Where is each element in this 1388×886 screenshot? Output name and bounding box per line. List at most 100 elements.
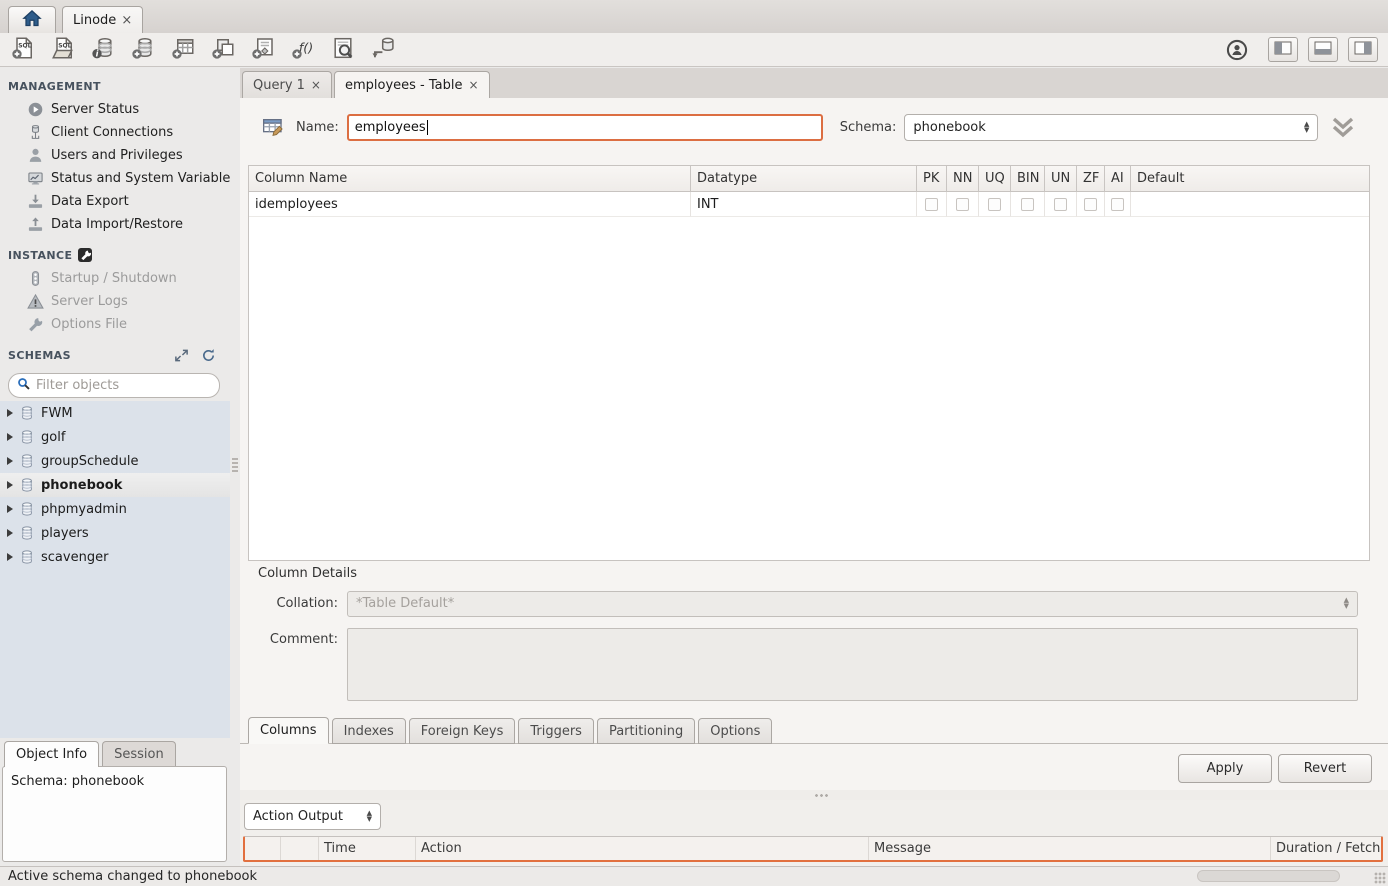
grid-row[interactable]: idemployees INT	[249, 192, 1369, 217]
expander-arrow-icon[interactable]	[7, 553, 13, 561]
connection-tab[interactable]: Linode ×	[62, 6, 143, 33]
expander-arrow-icon[interactable]	[7, 457, 13, 465]
column-flag-checkbox[interactable]	[1084, 198, 1097, 211]
column-flag-checkbox[interactable]	[1054, 198, 1067, 211]
close-icon[interactable]: ×	[469, 78, 479, 92]
editor-bottom-tab[interactable]: Columns	[248, 717, 329, 744]
grid-column-header[interactable]: Default	[1131, 166, 1369, 192]
output-column-header[interactable]: Message	[869, 837, 1271, 860]
sidebar-item[interactable]: Startup / Shutdown	[0, 267, 230, 290]
close-icon[interactable]: ×	[311, 78, 321, 92]
expand-icon[interactable]	[174, 348, 189, 363]
grid-column-header[interactable]: UQ	[979, 166, 1011, 192]
view-new-icon	[211, 36, 235, 64]
sidebar-item[interactable]: Options File	[0, 313, 230, 336]
schema-item[interactable]: phonebook	[0, 473, 230, 497]
grid-column-header[interactable]: Datatype	[691, 166, 917, 192]
output-column-header[interactable]	[281, 837, 319, 860]
splitter-grip[interactable]	[232, 458, 238, 472]
revert-button[interactable]: Revert	[1278, 754, 1372, 783]
output-type-select[interactable]: Action Output ▲▼	[244, 803, 381, 830]
schema-select[interactable]: phonebook ▲▼	[904, 114, 1318, 141]
sidebar-item[interactable]: Users and Privileges	[0, 144, 230, 167]
schema-icon	[19, 477, 35, 493]
name-label: Name:	[296, 120, 339, 135]
schema-item[interactable]: phpmyadmin	[0, 497, 230, 521]
toggle-right-panel-button[interactable]	[1348, 37, 1378, 62]
expander-arrow-icon[interactable]	[7, 481, 13, 489]
editor-tab[interactable]: employees - Table ×	[334, 71, 490, 98]
grid-column-header[interactable]: Column Name	[249, 166, 691, 192]
expander-arrow-icon[interactable]	[7, 433, 13, 441]
table-editor-icon	[262, 117, 284, 137]
schema-item[interactable]: scavenger	[0, 545, 230, 569]
sidebar-item[interactable]: Data Import/Restore	[0, 213, 230, 236]
horizontal-scrollbar-thumb[interactable]	[1197, 870, 1340, 882]
sidebar-item[interactable]: Status and System Variables	[0, 167, 230, 190]
column-flag-checkbox[interactable]	[1111, 198, 1124, 211]
editor-bottom-tab[interactable]: Options	[698, 718, 772, 744]
datatype-cell[interactable]: INT	[691, 192, 917, 217]
close-icon[interactable]: ×	[121, 13, 132, 28]
sidebar-item[interactable]: Server Logs	[0, 290, 230, 313]
expander-arrow-icon[interactable]	[7, 409, 13, 417]
grid-column-header[interactable]: UN	[1045, 166, 1077, 192]
table-name-input[interactable]: employees	[347, 114, 823, 141]
column-flag-checkbox[interactable]	[956, 198, 969, 211]
apply-button[interactable]: Apply	[1178, 754, 1272, 783]
refresh-icon[interactable]	[201, 348, 216, 363]
schema-item[interactable]: golf	[0, 425, 230, 449]
sidebar-splitter[interactable]	[230, 68, 240, 866]
resize-grip-icon[interactable]	[1374, 872, 1386, 884]
editor-bottom-tab[interactable]: Indexes	[332, 718, 406, 744]
output-column-header[interactable]: Time	[319, 837, 416, 860]
editor-bottom-tab[interactable]: Partitioning	[597, 718, 695, 744]
splitter-grip[interactable]	[814, 793, 830, 798]
schema-item-label: groupSchedule	[41, 454, 139, 469]
sidebar-bottom-tab[interactable]: Session	[102, 741, 176, 767]
grid-column-header[interactable]: BIN	[1011, 166, 1045, 192]
schema-icon	[19, 429, 35, 445]
svg-text:i: i	[96, 48, 99, 58]
sidebar-item[interactable]: Server Status	[0, 98, 230, 121]
schema-item[interactable]: FWM	[0, 401, 230, 425]
collation-label: Collation:	[258, 596, 338, 611]
sidebar-item-label: Users and Privileges	[51, 148, 183, 163]
column-name-cell[interactable]: idemployees	[249, 192, 691, 217]
sidebar-item[interactable]: Data Export	[0, 190, 230, 213]
sidebar-bottom-tab[interactable]: Object Info	[4, 741, 99, 767]
schema-filter-input[interactable]	[36, 378, 211, 393]
grid-column-header[interactable]: PK	[917, 166, 947, 192]
toggle-bottom-panel-button[interactable]	[1308, 37, 1338, 62]
schema-item[interactable]: groupSchedule	[0, 449, 230, 473]
column-flag-checkbox[interactable]	[1021, 198, 1034, 211]
table-form-row: Name: employees Schema: phonebook ▲▼	[262, 111, 1378, 143]
output-column-header[interactable]: Action	[416, 837, 869, 860]
sidebar-item-label: Client Connections	[51, 125, 173, 140]
panel-bottom-icon	[1314, 41, 1332, 59]
output-splitter[interactable]	[240, 790, 1388, 800]
column-details-title: Column Details	[258, 566, 357, 581]
column-flag-checkbox[interactable]	[925, 198, 938, 211]
panel-left-icon	[1274, 41, 1292, 59]
editor-tab[interactable]: Query 1 ×	[242, 71, 332, 98]
editor-bottom-tab[interactable]: Triggers	[518, 718, 594, 744]
grid-column-header[interactable]: ZF	[1077, 166, 1105, 192]
default-cell[interactable]	[1131, 192, 1369, 217]
sidebar-item[interactable]: Client Connections	[0, 121, 230, 144]
editor-bottom-tab[interactable]: Foreign Keys	[409, 718, 516, 744]
schema-item[interactable]: players	[0, 521, 230, 545]
output-column-header[interactable]	[245, 837, 281, 860]
grid-column-header[interactable]: AI	[1105, 166, 1131, 192]
home-tab[interactable]	[8, 6, 56, 33]
dbl-chevron-down-icon[interactable]	[1330, 116, 1356, 138]
spinner-arrows-icon: ▲▼	[1304, 122, 1309, 133]
column-flag-checkbox[interactable]	[988, 198, 1001, 211]
output-column-header[interactable]: Duration / Fetch	[1271, 837, 1381, 860]
user-circle-icon[interactable]	[1226, 39, 1248, 61]
options-file-icon	[27, 316, 44, 333]
expander-arrow-icon[interactable]	[7, 529, 13, 537]
toggle-left-panel-button[interactable]	[1268, 37, 1298, 62]
grid-column-header[interactable]: NN	[947, 166, 979, 192]
expander-arrow-icon[interactable]	[7, 505, 13, 513]
